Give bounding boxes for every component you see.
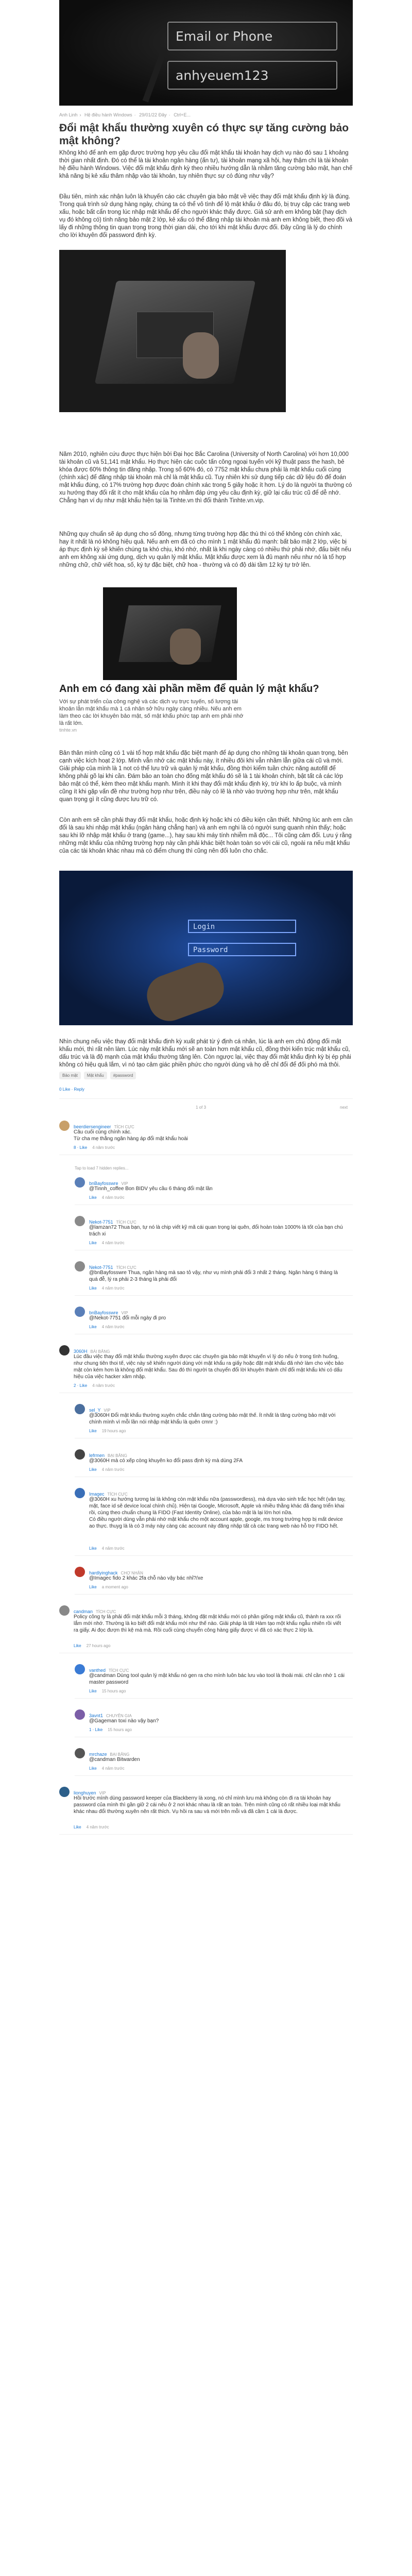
comment-text: @candman Dùng tool quản lý mật khẩu nó g… [89, 1673, 345, 1685]
comment-text: @candman Bitwarden [89, 1757, 140, 1762]
avatar[interactable] [75, 1709, 85, 1720]
comment-text: @Tinnh_coffee Bon BIDV yêu cầu 6 tháng đ… [89, 1186, 213, 1192]
comment-text: Policy công ty là phải đổi mật khẩu mỗi … [74, 1614, 341, 1633]
divider [75, 1295, 353, 1296]
breadcrumb-date: 29/01/22 Đây [139, 112, 167, 117]
avatar[interactable] [59, 1605, 70, 1616]
divider [59, 1098, 353, 1099]
comment-text: @Gageman toxi nào vậy bạn? [89, 1718, 159, 1724]
comment-timestamp: 15 hours ago [101, 1689, 126, 1693]
divider [75, 1594, 353, 1595]
hero-email-field: Email or Phone [167, 22, 337, 50]
ad-image[interactable] [103, 587, 237, 680]
divider [59, 1834, 353, 1835]
article-paragraph-7: Nhìn chung nếu việc thay đổi mật khẩu đị… [59, 1039, 351, 1068]
comment-timestamp: 4 năm trước [101, 1546, 125, 1551]
comment-timestamp: a moment ago [101, 1585, 128, 1589]
comment-like-button[interactable]: Like [89, 1467, 97, 1472]
comment-text: Lúc đầu việc thay đổi mật khẩu thường xu… [74, 1354, 344, 1380]
comment-like-button[interactable]: 1 · Like [89, 1727, 102, 1732]
article-paragraph-5: Bản thân mình cũng có 1 vài tổ hợp mật k… [59, 750, 348, 803]
comment-like-button[interactable]: Like [89, 1689, 97, 1693]
avatar[interactable] [75, 1261, 85, 1272]
comment-timestamp: 4 năm trước [101, 1286, 125, 1291]
load-hidden-replies-link[interactable]: Tap to load 7 hidden replies... [75, 1166, 129, 1171]
comment-text: @Nekot-7751 đổi mỗi ngày đi pro [89, 1315, 166, 1321]
tag-item[interactable]: Bảo mật [59, 1072, 81, 1079]
comment-timestamp: 19 hours ago [101, 1429, 126, 1433]
comment-like-button[interactable]: Like [89, 1429, 97, 1433]
breadcrumb-shortcut: Ctrl+E... [174, 112, 191, 117]
comment-timestamp: 4 năm trước [86, 1825, 109, 1829]
breadcrumb-author[interactable]: Anh Linh [59, 112, 78, 117]
avatar[interactable] [75, 1404, 85, 1414]
comment-timestamp: 4 năm trước [101, 1241, 125, 1245]
article-photo-login: Login Password [59, 871, 353, 1025]
comment-like-button[interactable]: Like [89, 1286, 97, 1291]
article-paragraph-6: Còn anh em sẽ cần phải thay đổi mật khẩu… [59, 817, 353, 854]
avatar[interactable] [75, 1567, 85, 1577]
avatar[interactable] [75, 1488, 85, 1498]
article-photo-keyboard [59, 250, 286, 412]
comment-timestamp: 4 năm trước [101, 1766, 125, 1771]
article-paragraph-4: Những quy chuẩn sẽ áp dụng cho số đông, … [59, 531, 351, 568]
hero-password-field: anhyeuem123 [167, 61, 337, 90]
divider [75, 1698, 353, 1699]
divider [75, 1555, 353, 1556]
comment-like-button[interactable]: 2 · Like [74, 1383, 87, 1388]
ad-title[interactable]: Anh em có đang xài phần mềm để quản lý m… [59, 683, 353, 695]
comment-timestamp: 15 hours ago [108, 1727, 132, 1732]
comment-like-button[interactable]: Like [89, 1195, 97, 1200]
avatar[interactable] [59, 1787, 70, 1797]
avatar[interactable] [75, 1664, 85, 1674]
avatar[interactable] [59, 1121, 70, 1131]
comment-text: @bnBayfosswre Thua, ngân hàng mà sao tỏ … [89, 1270, 338, 1282]
comment-like-button[interactable]: Like [74, 1643, 81, 1648]
avatar[interactable] [75, 1307, 85, 1317]
tag-item[interactable]: #password [110, 1072, 136, 1079]
avatar[interactable] [75, 1216, 85, 1226]
ad-source[interactable]: tinhte.vn [59, 727, 353, 733]
comment-like-button[interactable]: Like [89, 1585, 97, 1589]
avatar[interactable] [75, 1449, 85, 1460]
avatar[interactable] [75, 1177, 85, 1188]
comment-like-button[interactable]: Like [89, 1241, 97, 1245]
avatar[interactable] [59, 1345, 70, 1355]
breadcrumb: Anh Linh › Hệ điều hành Windows · 29/01/22… [59, 112, 191, 117]
avatar[interactable] [75, 1748, 85, 1758]
comment-timestamp: 4 năm trước [92, 1145, 115, 1150]
comment-text: @Imagec fido 2 khác 2fa chỗ nào vậy bác … [89, 1575, 203, 1581]
comment-text: @3060H Đổi mật khẩu thường xuyên chắc ch… [89, 1413, 336, 1425]
tag-item[interactable]: Mật khẩu [83, 1072, 107, 1079]
pager-next-link[interactable]: next [340, 1105, 348, 1110]
article-paragraph-3: Năm 2010, nghiên cứu được thực hiện bởi … [59, 451, 352, 504]
comment-text: @3060H xu hướng tương lai là không còn m… [89, 1497, 346, 1529]
divider [75, 1775, 353, 1776]
comment-text: Câu cuối cùng chính xác. Từ cha mẹ thằng… [74, 1129, 188, 1142]
article-paragraph-2: Đầu tiên, mình xác nhận luôn là khuyến c… [59, 194, 352, 239]
comment-timestamp: 27 hours ago [86, 1643, 111, 1648]
comment-timestamp: 4 năm trước [101, 1325, 125, 1329]
hero-image: Email or Phone anhyeuem123 [59, 0, 353, 106]
comment-like-button[interactable]: Like [89, 1325, 97, 1329]
comment-like-button[interactable]: 8 · Like [74, 1145, 87, 1150]
comment-timestamp: 4 năm trước [92, 1383, 115, 1388]
comment-like-button[interactable]: Like [89, 1546, 97, 1551]
comment-text: @3060H mà có xếp còng khuyên ko đổi pass… [89, 1458, 243, 1464]
breadcrumb-category[interactable]: Hệ điều hành Windows [84, 112, 132, 117]
comment-text: @lamzan72 Thua bạn, tự nó là chip viết k… [89, 1225, 343, 1237]
ad-description: Với sự phát triển của công nghệ và các d… [59, 699, 244, 726]
comment-timestamp: 4 năm trước [101, 1195, 125, 1200]
article-title: Đổi mật khẩu thường xuyên có thực sự tăn… [59, 122, 349, 147]
article-paragraph-1: Không khó để anh em gặp được trường hợp … [59, 150, 353, 179]
tag-list: Bảo mật Mật khẩu #password [59, 1072, 136, 1079]
comment-like-button[interactable]: Like [89, 1766, 97, 1771]
comment-like-button[interactable]: Like [74, 1825, 81, 1829]
pager-status: 1 of 3 [196, 1105, 207, 1110]
comment-timestamp: 4 năm trước [101, 1467, 125, 1472]
article-like-reply[interactable]: 0 Like · Reply [59, 1087, 84, 1092]
comment-text: Hồi trước mình dùng password keeper của … [74, 1795, 340, 1815]
